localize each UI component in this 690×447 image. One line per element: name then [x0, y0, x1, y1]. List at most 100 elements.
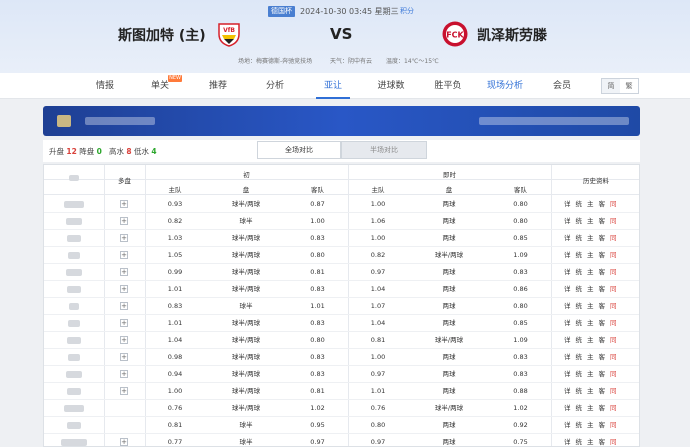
stats-link[interactable]: 统: [576, 302, 583, 310]
detail-link[interactable]: 详: [564, 421, 571, 429]
same-history-link[interactable]: 同: [610, 370, 617, 378]
nav-item-live-analysis[interactable]: 现场分析: [484, 73, 526, 99]
company-name-blurred[interactable]: [61, 439, 87, 446]
home-history-link[interactable]: 主: [587, 370, 594, 378]
expand-multi-icon[interactable]: +: [120, 285, 128, 293]
same-history-link[interactable]: 同: [610, 251, 617, 259]
nav-item-analysis[interactable]: 分析: [258, 73, 292, 99]
company-name-blurred[interactable]: [68, 320, 80, 327]
company-name-blurred[interactable]: [67, 388, 81, 395]
nav-item-info[interactable]: 情报: [88, 73, 122, 99]
company-name-blurred[interactable]: [66, 218, 82, 225]
home-history-link[interactable]: 主: [587, 217, 594, 225]
expand-multi-icon[interactable]: +: [120, 302, 128, 310]
home-history-link[interactable]: 主: [587, 404, 594, 412]
stats-link[interactable]: 统: [576, 200, 583, 208]
same-history-link[interactable]: 同: [610, 200, 617, 208]
away-history-link[interactable]: 客: [599, 404, 606, 412]
expand-multi-icon[interactable]: +: [120, 387, 128, 395]
company-name-blurred[interactable]: [66, 269, 82, 276]
away-history-link[interactable]: 客: [599, 421, 606, 429]
same-history-link[interactable]: 同: [610, 438, 617, 446]
detail-link[interactable]: 详: [564, 200, 571, 208]
stats-link[interactable]: 统: [576, 234, 583, 242]
stats-link[interactable]: 统: [576, 319, 583, 327]
company-name-blurred[interactable]: [68, 354, 80, 361]
detail-link[interactable]: 详: [564, 234, 571, 242]
stats-link[interactable]: 统: [576, 370, 583, 378]
detail-link[interactable]: 详: [564, 268, 571, 276]
same-history-link[interactable]: 同: [610, 234, 617, 242]
expand-multi-icon[interactable]: +: [120, 336, 128, 344]
simplified-toggle[interactable]: 简: [602, 79, 620, 93]
stats-link[interactable]: 统: [576, 353, 583, 361]
same-history-link[interactable]: 同: [610, 387, 617, 395]
nav-item-asian-handicap[interactable]: 亚让: [316, 73, 350, 99]
stats-link[interactable]: 统: [576, 217, 583, 225]
home-history-link[interactable]: 主: [587, 285, 594, 293]
same-history-link[interactable]: 同: [610, 302, 617, 310]
stats-link[interactable]: 统: [576, 387, 583, 395]
detail-link[interactable]: 详: [564, 302, 571, 310]
tab-half-match[interactable]: 半场对比: [341, 141, 427, 159]
home-history-link[interactable]: 主: [587, 234, 594, 242]
same-history-link[interactable]: 同: [610, 217, 617, 225]
same-history-link[interactable]: 同: [610, 336, 617, 344]
stats-link[interactable]: 统: [576, 268, 583, 276]
same-history-link[interactable]: 同: [610, 404, 617, 412]
expand-multi-icon[interactable]: +: [120, 251, 128, 259]
stats-link[interactable]: 统: [576, 336, 583, 344]
same-history-link[interactable]: 同: [610, 353, 617, 361]
company-name-blurred[interactable]: [67, 235, 81, 242]
company-name-blurred[interactable]: [68, 252, 80, 259]
away-history-link[interactable]: 客: [599, 370, 606, 378]
expand-multi-icon[interactable]: +: [120, 217, 128, 225]
same-history-link[interactable]: 同: [610, 421, 617, 429]
competition-tag[interactable]: 德国杯: [268, 6, 295, 17]
away-history-link[interactable]: 客: [599, 438, 606, 446]
company-name-blurred[interactable]: [69, 303, 79, 310]
expand-multi-icon[interactable]: +: [120, 319, 128, 327]
nav-item-member[interactable]: 会员: [545, 73, 579, 99]
detail-link[interactable]: 详: [564, 370, 571, 378]
away-team-name[interactable]: 凯泽斯劳滕: [477, 25, 547, 45]
detail-link[interactable]: 详: [564, 387, 571, 395]
away-history-link[interactable]: 客: [599, 353, 606, 361]
same-history-link[interactable]: 同: [610, 319, 617, 327]
stats-link[interactable]: 统: [576, 438, 583, 446]
away-history-link[interactable]: 客: [599, 234, 606, 242]
stats-link[interactable]: 统: [576, 404, 583, 412]
same-history-link[interactable]: 同: [610, 285, 617, 293]
company-name-blurred[interactable]: [64, 405, 84, 412]
expand-multi-icon[interactable]: +: [120, 200, 128, 208]
away-history-link[interactable]: 客: [599, 251, 606, 259]
home-history-link[interactable]: 主: [587, 336, 594, 344]
away-history-link[interactable]: 客: [599, 387, 606, 395]
ad-banner[interactable]: [43, 106, 640, 136]
home-history-link[interactable]: 主: [587, 251, 594, 259]
expand-multi-icon[interactable]: +: [120, 353, 128, 361]
away-history-link[interactable]: 客: [599, 285, 606, 293]
detail-link[interactable]: 详: [564, 217, 571, 225]
company-name-blurred[interactable]: [64, 201, 84, 208]
nav-item-goals[interactable]: 进球数: [373, 73, 409, 99]
stats-link[interactable]: 统: [576, 421, 583, 429]
company-name-blurred[interactable]: [66, 371, 82, 378]
expand-multi-icon[interactable]: +: [120, 268, 128, 276]
detail-link[interactable]: 详: [564, 353, 571, 361]
tab-full-match[interactable]: 全场对比: [257, 141, 341, 159]
detail-link[interactable]: 详: [564, 404, 571, 412]
detail-link[interactable]: 详: [564, 285, 571, 293]
stats-link[interactable]: 统: [576, 285, 583, 293]
away-history-link[interactable]: 客: [599, 200, 606, 208]
nav-item-recommend[interactable]: 推荐: [201, 73, 235, 99]
company-name-blurred[interactable]: [67, 286, 81, 293]
away-history-link[interactable]: 客: [599, 319, 606, 327]
home-history-link[interactable]: 主: [587, 319, 594, 327]
detail-link[interactable]: 详: [564, 251, 571, 259]
home-history-link[interactable]: 主: [587, 302, 594, 310]
nav-item-1x2[interactable]: 胜平负: [429, 73, 467, 99]
detail-link[interactable]: 详: [564, 438, 571, 446]
home-history-link[interactable]: 主: [587, 438, 594, 446]
company-name-blurred[interactable]: [67, 422, 81, 429]
